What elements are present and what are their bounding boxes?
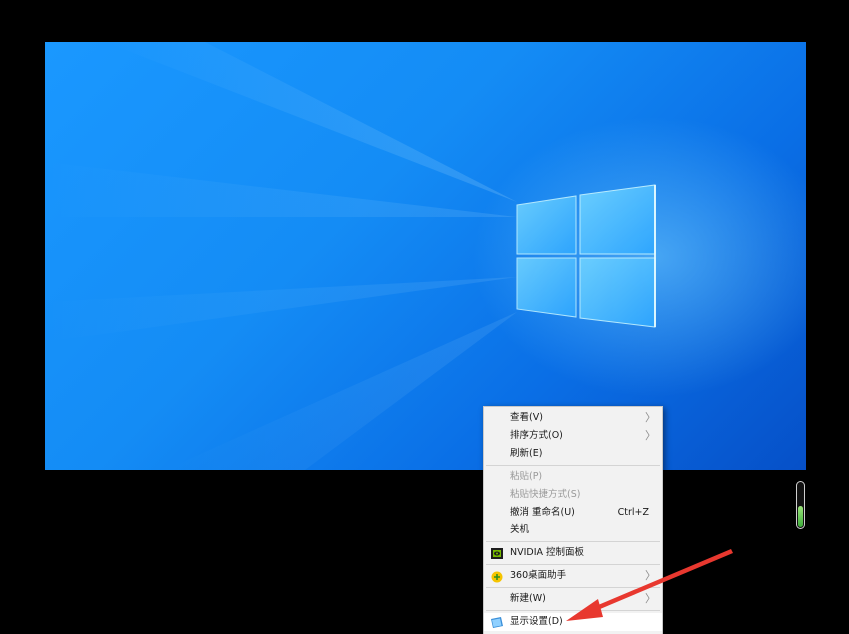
menu-separator <box>486 541 660 542</box>
menu-item-label: 粘贴(P) <box>510 471 543 482</box>
menu-item-display-settings[interactable]: 显示设置(D) <box>484 613 662 631</box>
menu-separator <box>486 587 660 588</box>
screen: 查看(V) 〉 排序方式(O) 〉 刷新(E) 粘贴(P) 粘贴快捷方式(S) … <box>0 0 849 634</box>
menu-item-paste-shortcut: 粘贴快捷方式(S) <box>484 486 662 504</box>
volume-level-fill <box>798 506 803 527</box>
menu-item-label: 排序方式(O) <box>510 430 563 441</box>
menu-item-refresh[interactable]: 刷新(E) <box>484 445 662 463</box>
menu-item-label: 粘贴快捷方式(S) <box>510 489 581 500</box>
menu-item-nvidia-control-panel[interactable]: NVIDIA 控制面板 <box>484 544 662 562</box>
chevron-right-icon: 〉 <box>645 411 656 424</box>
menu-separator <box>486 610 660 611</box>
menu-item-label: 查看(V) <box>510 412 543 423</box>
menu-item-label: 关机 <box>510 524 530 535</box>
menu-item-label: 新建(W) <box>510 593 546 604</box>
nvidia-icon <box>491 548 503 559</box>
volume-level-indicator <box>796 481 805 529</box>
menu-separator <box>486 564 660 565</box>
menu-separator <box>486 465 660 466</box>
menu-item-view[interactable]: 查看(V) 〉 <box>484 409 662 427</box>
menu-item-label: 刷新(E) <box>510 448 543 459</box>
windows-logo-wallpaper <box>45 42 656 470</box>
menu-item-sort-by[interactable]: 排序方式(O) 〉 <box>484 427 662 445</box>
chevron-right-icon: 〉 <box>645 429 656 442</box>
menu-item-label: NVIDIA 控制面板 <box>510 547 585 558</box>
desktop-context-menu: 查看(V) 〉 排序方式(O) 〉 刷新(E) 粘贴(P) 粘贴快捷方式(S) … <box>483 406 663 634</box>
menu-item-new[interactable]: 新建(W) 〉 <box>484 590 662 608</box>
menu-item-label: 360桌面助手 <box>510 570 567 581</box>
360-assistant-icon <box>491 571 503 583</box>
menu-item-paste: 粘贴(P) <box>484 468 662 486</box>
menu-item-undo-rename[interactable]: 撤消 重命名(U) Ctrl+Z <box>484 504 662 522</box>
menu-item-shortcut: Ctrl+Z <box>617 507 649 518</box>
desktop-wallpaper[interactable] <box>45 42 806 470</box>
display-settings-icon <box>491 617 503 628</box>
menu-item-label: 撤消 重命名(U) <box>510 507 575 518</box>
menu-item-360-desktop-assistant[interactable]: 360桌面助手 〉 <box>484 567 662 585</box>
menu-item-label: 显示设置(D) <box>510 616 563 627</box>
menu-item-shutdown[interactable]: 关机 <box>484 521 662 539</box>
chevron-right-icon: 〉 <box>645 592 656 605</box>
chevron-right-icon: 〉 <box>645 569 656 582</box>
